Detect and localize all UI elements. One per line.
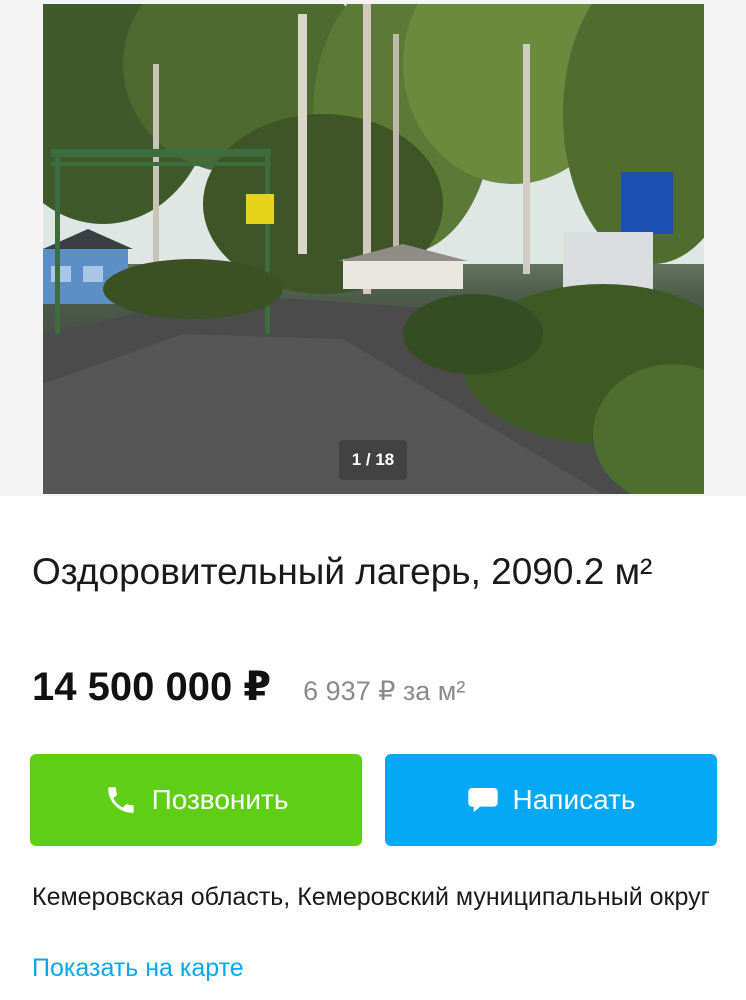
call-button-label: Позвонить bbox=[151, 784, 289, 815]
price-row: 14 500 000 ₽ 6 937 ₽ за м² bbox=[32, 664, 465, 710]
photo-counter: 1 / 18 bbox=[339, 440, 407, 480]
listing-page: 1 / 18 Оздоровительный лагерь, 2090.2 м²… bbox=[0, 0, 746, 1000]
price: 14 500 000 ₽ bbox=[32, 665, 272, 709]
listing-photo[interactable] bbox=[43, 4, 704, 494]
phone-icon bbox=[104, 783, 138, 817]
show-on-map-link[interactable]: Показать на карте bbox=[32, 954, 244, 983]
photo-gallery[interactable]: 1 / 18 bbox=[0, 0, 746, 496]
price-per-square-meter: 6 937 ₽ за м² bbox=[303, 676, 466, 706]
call-button[interactable]: Позвонить bbox=[30, 754, 362, 846]
address: Кемеровская область, Кемеровский муницип… bbox=[32, 883, 710, 911]
listing-title: Оздоровительный лагерь, 2090.2 м² bbox=[32, 551, 653, 592]
write-button[interactable]: Написать bbox=[385, 754, 717, 846]
chat-bubble-icon bbox=[467, 785, 499, 815]
write-button-label: Написать bbox=[512, 784, 636, 815]
